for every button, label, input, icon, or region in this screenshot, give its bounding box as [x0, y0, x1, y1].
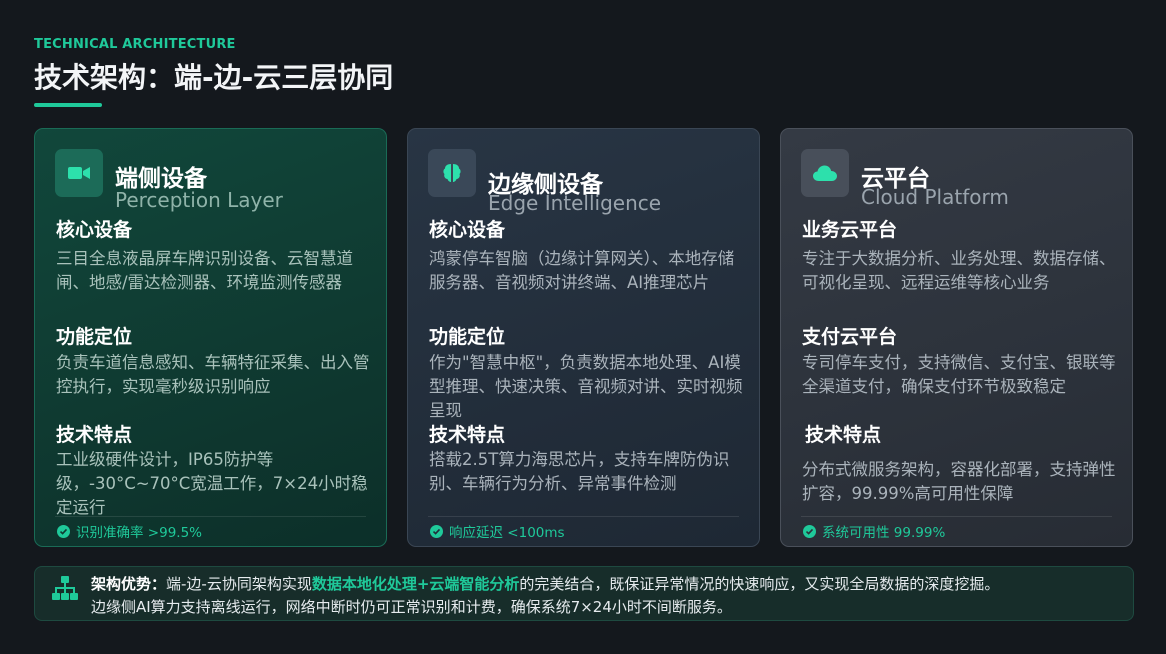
section-text: 作为"智慧中枢"，负责数据本地处理、AI模型推理、快速决策、音视频对讲、实时视频…	[429, 353, 743, 420]
card-subtitle: Edge Intelligence	[488, 191, 662, 215]
card-perception-layer: 端侧设备 Perception Layer 核心设备 三目全息液晶屏车牌识别设备…	[34, 128, 387, 547]
section-heading: 功能定位	[429, 326, 506, 348]
section-text: 搭载2.5T算力海思芯片，支持车牌防伪识别、车辆行为分析、异常事件检测	[429, 450, 730, 493]
check-circle-icon	[803, 524, 816, 538]
check-circle-icon	[430, 524, 443, 538]
card-footer-metric: 响应延迟 <100ms	[430, 521, 565, 541]
card-divider	[428, 516, 739, 517]
eyebrow-label: TECHNICAL ARCHITECTURE	[34, 37, 236, 52]
card-subtitle: Cloud Platform	[861, 185, 1009, 209]
section-text: 负责车道信息感知、车辆特征采集、出入管控执行，实现毫秒级识别响应	[56, 353, 370, 396]
card-divider	[55, 516, 366, 517]
brain-icon	[428, 149, 476, 197]
footer-text: 识别准确率 >99.5%	[76, 525, 202, 541]
section-heading: 业务云平台	[802, 219, 898, 241]
check-circle-icon	[57, 524, 70, 538]
footer-text: 系统可用性 99.99%	[822, 525, 946, 541]
card-footer-metric: 识别准确率 >99.5%	[57, 521, 202, 541]
section-text: 分布式微服务架构，容器化部署，支持弹性扩容，99.99%高可用性保障	[802, 460, 1116, 503]
footer-text: 响应延迟 <100ms	[449, 525, 565, 541]
cloud-icon	[801, 149, 849, 197]
section-heading: 技术特点	[56, 424, 133, 446]
banner-text-before: 端-边-云协同架构实现	[166, 575, 312, 593]
section-heading: 功能定位	[56, 326, 133, 348]
banner-line-2: 边缘侧AI算力支持离线运行，网络中断时仍可正常识别和计费，确保系统7×24小时不…	[91, 598, 732, 616]
section-text: 专司停车支付，支持微信、支付宝、银联等全渠道支付，确保支付环节极致稳定	[802, 353, 1116, 396]
banner-text-after: 的完美结合，既保证异常情况的快速响应，又实现全局数据的深度挖掘。	[519, 575, 1000, 593]
card-edge-intelligence: 边缘侧设备 Edge Intelligence 核心设备 鸿蒙停车智脑（边缘计算…	[407, 128, 760, 547]
section-heading: 核心设备	[56, 219, 133, 241]
video-camera-icon	[55, 149, 103, 197]
section-text: 鸿蒙停车智脑（边缘计算网关）、本地存储服务器、音视频对讲终端、AI推理芯片	[429, 249, 735, 292]
section-heading: 支付云平台	[802, 326, 898, 348]
page-title: 技术架构：端-边-云三层协同	[34, 61, 394, 94]
banner-highlight: 数据本地化处理+云端智能分析	[311, 575, 520, 593]
section-text: 工业级硬件设计，IP65防护等级，-30°C~70°C宽温工作，7×24小时稳定…	[56, 450, 368, 517]
card-subtitle: Perception Layer	[115, 188, 283, 212]
section-heading: 技术特点	[805, 424, 882, 446]
title-underline	[34, 103, 102, 107]
section-text: 专注于大数据分析、业务处理、数据存储、可视化呈现、远程运维等核心业务	[802, 249, 1116, 292]
card-divider	[801, 516, 1112, 517]
banner-line-1: 架构优势：端-边-云协同架构实现数据本地化处理+云端智能分析的完美结合，既保证异…	[91, 573, 999, 594]
section-heading: 核心设备	[429, 219, 506, 241]
card-footer-metric: 系统可用性 99.99%	[803, 521, 945, 541]
architecture-advantage-banner: 架构优势：端-边-云协同架构实现数据本地化处理+云端智能分析的完美结合，既保证异…	[34, 566, 1134, 621]
network-icon	[51, 574, 79, 602]
section-heading: 技术特点	[429, 424, 506, 446]
section-text: 三目全息液晶屏车牌识别设备、云智慧道闸、地感/雷达检测器、环境监测传感器	[56, 249, 353, 292]
banner-label: 架构优势：	[91, 575, 167, 593]
card-cloud-platform: 云平台 Cloud Platform 业务云平台 专注于大数据分析、业务处理、数…	[780, 128, 1133, 547]
